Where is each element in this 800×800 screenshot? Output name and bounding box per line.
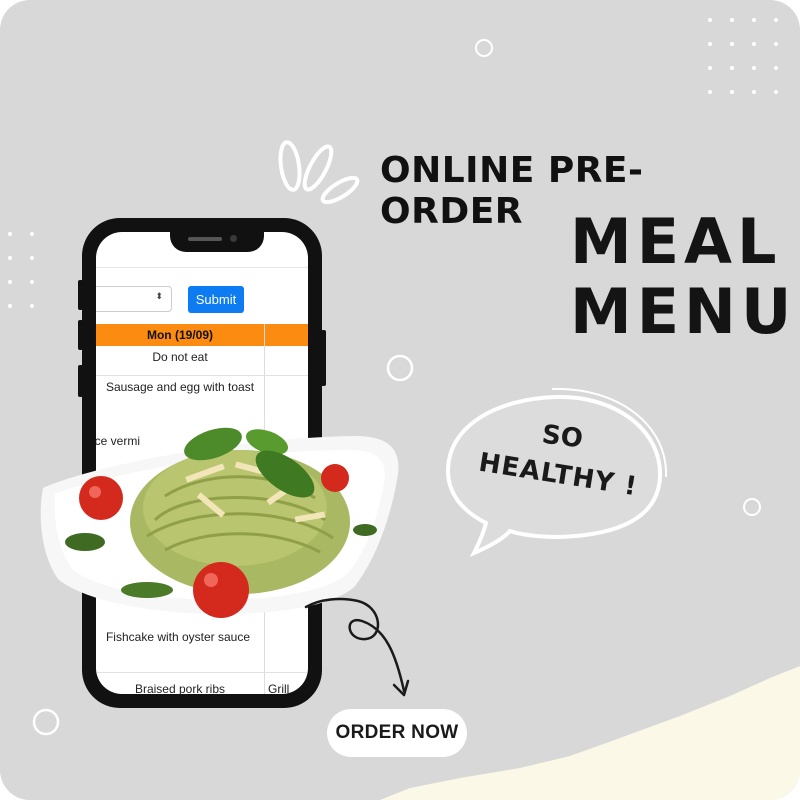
order-now-button[interactable]: ORDER NOW [327,709,467,757]
phone-notch [170,226,264,252]
headline-meal: MEAL [570,205,782,278]
row-divider [96,672,308,673]
select-arrow-icon: ⬍ [155,291,163,301]
promo-banner: ONLINE PRE-ORDER MEAL MENU SO HEALTHY ! … [0,0,800,800]
headline-menu: MENU [570,275,797,348]
sparkle-icon [278,140,360,205]
submit-button[interactable]: Submit [188,286,244,313]
day-header-next [265,324,308,346]
phone-speaker [188,237,222,241]
menu-cell[interactable]: Grill [268,682,289,694]
day-header: Mon (19/09) [96,324,264,346]
menu-cell[interactable]: Do not eat [96,350,264,364]
phone-camera [230,235,237,242]
menu-cell[interactable]: Braised pork ribs [96,682,264,694]
ring-decoration [475,39,493,57]
bubble-text-so: SO [540,419,585,455]
curly-arrow-icon [304,597,410,697]
ring-decoration [32,708,60,736]
row-divider [96,375,308,376]
menu-cell[interactable]: Sausage and egg with toast [96,380,264,394]
dot-grid-decoration [708,18,778,94]
ring-decoration [743,498,761,516]
dot-grid-decoration [8,232,34,308]
week-select[interactable]: ⬍ [96,286,172,312]
ring-decoration [386,354,414,382]
screen-divider [96,267,308,268]
